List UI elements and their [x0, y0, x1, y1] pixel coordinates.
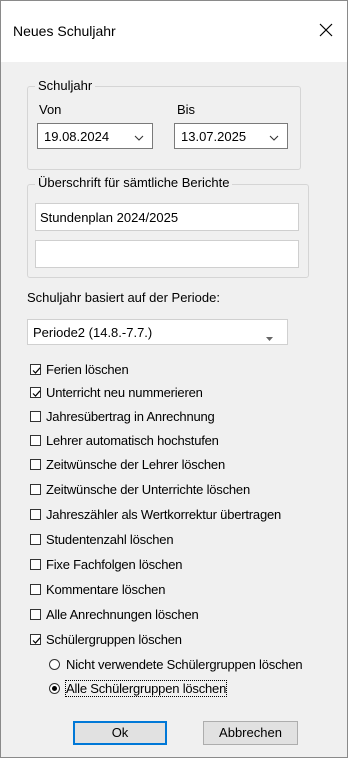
report-heading-field-1[interactable]: Stundenplan 2024/2025 [35, 203, 299, 231]
checkbox-unchecked-icon[interactable] [30, 559, 41, 570]
schuljahr-legend: Schuljahr [35, 78, 96, 93]
radio-label: Alle Schülergruppen löschen [64, 680, 228, 697]
periode-value: Periode2 (14.8.-7.7.) [33, 325, 153, 340]
close-icon[interactable] [313, 17, 339, 43]
von-label: Von [39, 102, 62, 117]
von-date-value: 19.08.2024 [44, 129, 110, 144]
bis-date-value: 13.07.2025 [181, 129, 247, 144]
option-label: Studentenzahl löschen [46, 532, 174, 547]
cancel-button[interactable]: Abbrechen [203, 721, 298, 745]
bis-date-picker[interactable]: 13.07.2025 [174, 123, 288, 149]
report-heading-value-1: Stundenplan 2024/2025 [40, 210, 179, 225]
title-bar: Neues Schuljahr [1, 1, 347, 62]
von-date-picker[interactable]: 19.08.2024 [37, 123, 153, 149]
berichte-legend: Überschrift für sämtliche Berichte [35, 175, 233, 190]
checkbox-unchecked-icon[interactable] [30, 411, 41, 422]
checkbox-unchecked-icon[interactable] [30, 509, 41, 520]
radio-selected-icon[interactable] [49, 683, 60, 694]
checkbox-checked-icon[interactable] [30, 364, 41, 375]
checkbox-unchecked-icon[interactable] [30, 609, 41, 620]
chevron-down-icon[interactable] [269, 131, 279, 146]
option-label: Kommentare löschen [46, 582, 166, 597]
bis-label: Bis [177, 102, 196, 117]
checkbox-unchecked-icon[interactable] [30, 435, 41, 446]
option-label: Unterricht neu nummerieren [46, 385, 203, 400]
new-school-year-dialog: Neues Schuljahr Schuljahr Von Bis 19.08.… [0, 0, 348, 758]
checkbox-checked-icon[interactable] [30, 634, 41, 645]
checkbox-checked-icon[interactable] [30, 387, 41, 398]
periode-label: Schuljahr basiert auf der Periode: [27, 290, 220, 305]
report-heading-field-2[interactable] [35, 240, 299, 268]
periode-dropdown[interactable]: Periode2 (14.8.-7.7.) [27, 319, 288, 345]
dropdown-arrow-icon[interactable] [266, 330, 273, 345]
radio-dot-icon [52, 686, 57, 691]
option-label: Jahresübertrag in Anrechnung [46, 409, 215, 424]
checkbox-unchecked-icon[interactable] [30, 484, 41, 495]
checkbox-unchecked-icon[interactable] [30, 584, 41, 595]
option-label: Jahreszähler als Wertkorrektur übertrage… [46, 507, 282, 522]
radio-label: Nicht verwendete Schülergruppen löschen [66, 657, 303, 672]
dialog-title: Neues Schuljahr [13, 23, 116, 39]
option-label: Alle Anrechnungen löschen [46, 607, 199, 622]
option-label: Fixe Fachfolgen löschen [46, 557, 183, 572]
chevron-down-icon[interactable] [134, 131, 144, 146]
option-label: Schülergruppen löschen [46, 632, 182, 647]
option-label: Zeitwünsche der Lehrer löschen [46, 457, 225, 472]
checkbox-unchecked-icon[interactable] [30, 459, 41, 470]
option-label: Zeitwünsche der Unterrichte löschen [46, 482, 250, 497]
radio-unselected-icon[interactable] [49, 659, 60, 670]
checkbox-unchecked-icon[interactable] [30, 534, 41, 545]
option-label: Ferien löschen [46, 362, 129, 377]
ok-button[interactable]: Ok [73, 721, 167, 745]
option-label: Lehrer automatisch hochstufen [46, 433, 219, 448]
